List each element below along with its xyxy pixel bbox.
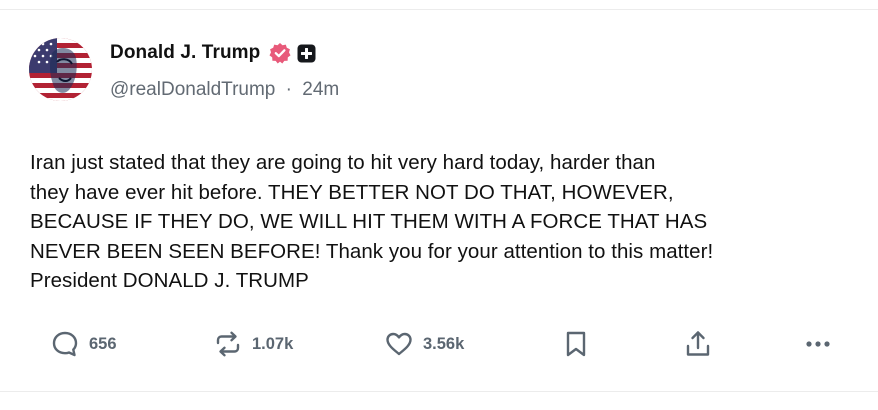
post-time[interactable]: 24m: [302, 79, 339, 100]
repost-icon: [216, 331, 240, 357]
post-card: Donald J. Trump @realDonaldTrump · 24m I…: [0, 10, 878, 392]
reply-count: 656: [89, 334, 117, 353]
handle-separator: ·: [285, 79, 292, 100]
bookmark-icon: [566, 331, 586, 357]
name-row: Donald J. Trump: [110, 41, 339, 65]
verified-badge-icon: [269, 42, 291, 64]
post-text: Iran just stated that they are going to …: [30, 151, 714, 292]
heart-icon: [386, 332, 412, 356]
display-name[interactable]: Donald J. Trump: [110, 42, 260, 64]
more-options-button[interactable]: [803, 329, 833, 359]
action-bar: 656 1.07k 3.56k: [0, 329, 878, 359]
share-button[interactable]: [683, 329, 713, 359]
avatar[interactable]: [29, 38, 92, 101]
handle[interactable]: @realDonaldTrump: [110, 79, 275, 100]
plus-badge-icon: [297, 44, 316, 63]
repost-count: 1.07k: [252, 334, 294, 353]
like-button[interactable]: 3.56k: [384, 329, 464, 359]
share-icon: [686, 331, 710, 356]
post-header: Donald J. Trump @realDonaldTrump · 24m: [110, 41, 339, 101]
bookmark-button[interactable]: [563, 329, 589, 359]
reply-icon: [52, 331, 78, 357]
repost-button[interactable]: 1.07k: [213, 329, 293, 359]
handle-row: @realDonaldTrump · 24m: [110, 79, 339, 101]
like-count: 3.56k: [423, 334, 465, 353]
more-icon: [806, 341, 830, 347]
flag-portrait-avatar: [29, 38, 92, 101]
reply-button[interactable]: 656: [50, 329, 117, 359]
bottom-divider: [0, 391, 878, 392]
